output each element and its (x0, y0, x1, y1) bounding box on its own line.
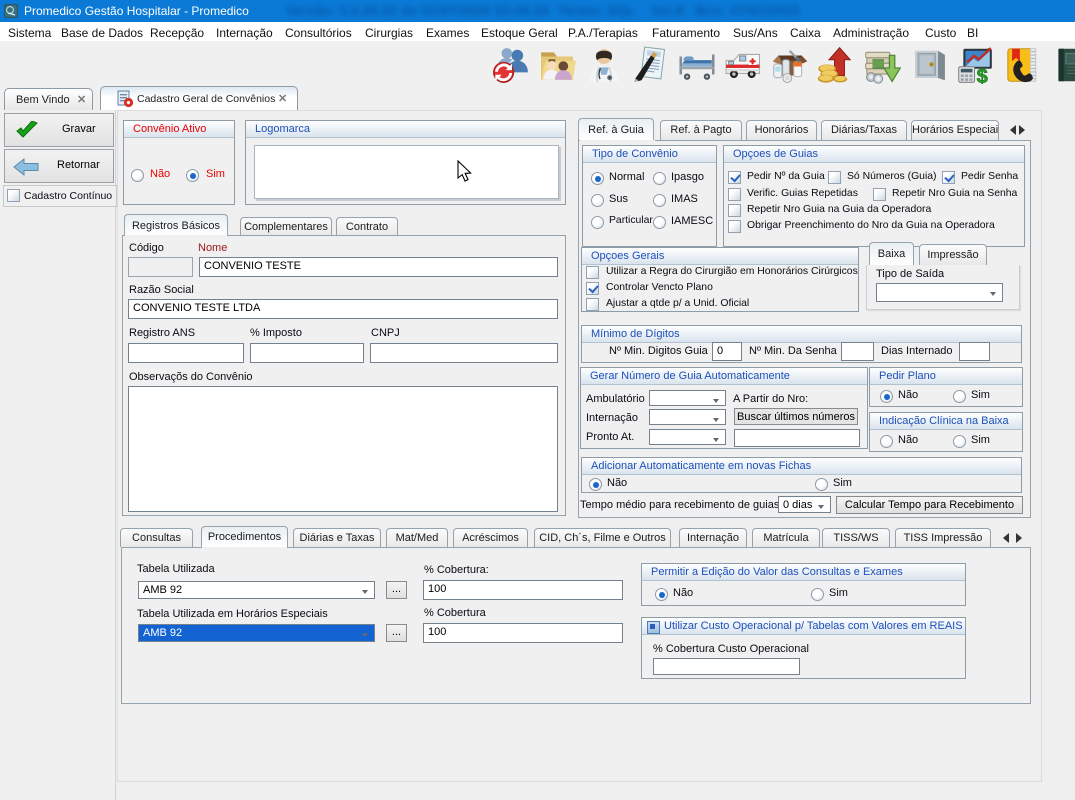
svg-text:$: $ (977, 66, 988, 84)
